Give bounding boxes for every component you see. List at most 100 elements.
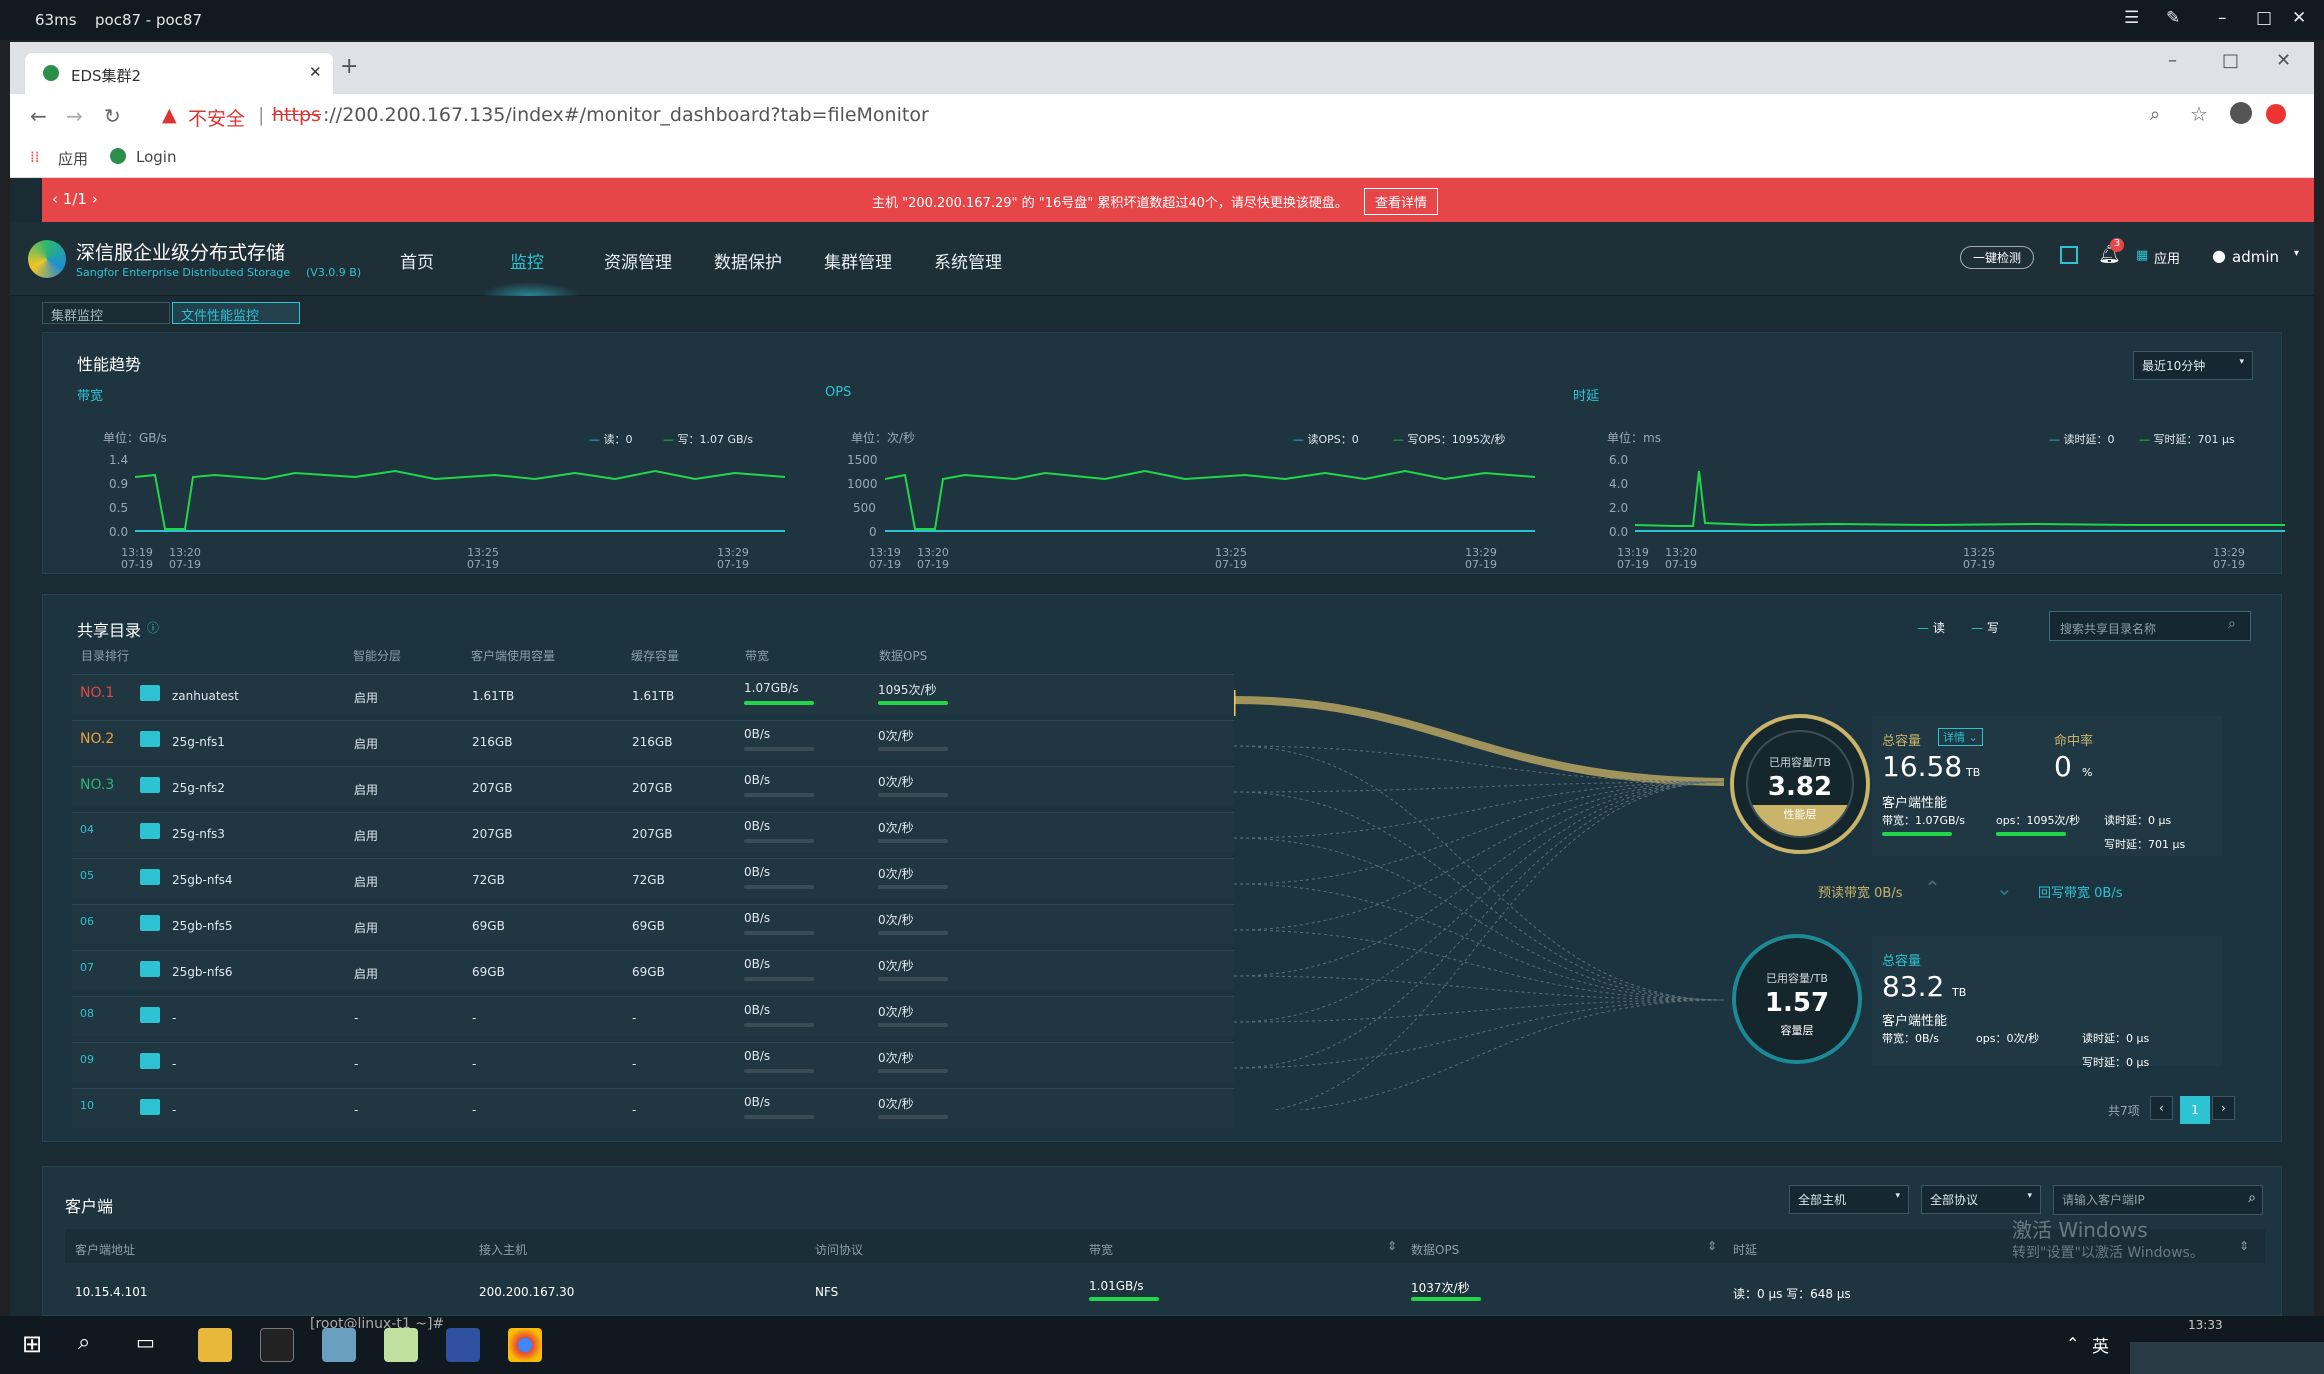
pager-page[interactable]: 1 [2180, 1096, 2210, 1124]
perf-detail-button[interactable]: 详情 ⌄ [1938, 728, 1983, 746]
explorer-icon[interactable] [198, 1328, 232, 1362]
sort-bw-icon[interactable]: ⇕ [1387, 1239, 1397, 1253]
perf-used-label: 已用容量/TB [1769, 756, 1831, 769]
minimize-icon[interactable]: – [2218, 8, 2227, 28]
bookmark-login[interactable]: Login [136, 148, 176, 166]
tab-close-icon[interactable]: ✕ [309, 63, 322, 81]
detect-button[interactable]: 一键检测 [1960, 246, 2035, 269]
user-name[interactable]: admin [2232, 248, 2279, 266]
row-ops-bar-bg [878, 747, 948, 751]
ip-search-input[interactable]: 请输入客户端IP ⌕ [2053, 1185, 2263, 1215]
bookmark-apps[interactable]: 应用 [58, 148, 88, 169]
nav-resources[interactable]: 资源管理 [604, 248, 672, 273]
share-row[interactable]: 09 - - - - 0B/s 0次/秒 [72, 1042, 1234, 1082]
url-text: ://200.200.167.135/index#/monitor_dashbo… [323, 104, 929, 126]
nav-system[interactable]: 系统管理 [934, 248, 1002, 273]
forward-icon[interactable]: → [66, 104, 83, 128]
address-field[interactable]: ▲ 不安全 | https ://200.200.167.135/index#/… [150, 98, 2210, 134]
share-row[interactable]: 05 25gb-nfs4 启用 72GB 72GB 0B/s 0次/秒 [72, 858, 1234, 898]
col-client-bw[interactable]: 带宽 [1089, 1241, 1113, 1258]
remote-app-icon[interactable] [446, 1328, 480, 1362]
tab-file-monitor[interactable]: 文件性能监控 [172, 302, 300, 324]
tab-cluster-monitor[interactable]: 集群监控 [42, 302, 170, 324]
ip-search-icon[interactable]: ⌕ [2248, 1190, 2256, 1206]
share-row[interactable]: NO.1 zanhuatest 启用 1.61TB 1.61TB 1.07GB/s 1095… [72, 674, 1234, 714]
maximize-icon[interactable]: □ [2256, 8, 2272, 28]
apps-grid-icon: ⁞⁞ [30, 148, 40, 166]
user-icon[interactable]: ● [2212, 246, 2226, 265]
row-cache: 69GB [632, 965, 665, 979]
zoom-icon[interactable]: ⌕ [2150, 104, 2160, 125]
pager-next[interactable]: › [2212, 1096, 2235, 1120]
nav-protection[interactable]: 数据保护 [714, 248, 782, 273]
info-icon[interactable]: ⓘ [147, 619, 159, 636]
win-maximize-icon[interactable]: □ [2222, 50, 2239, 71]
share-row[interactable]: 08 - - - - 0B/s 0次/秒 [72, 996, 1234, 1036]
perf-tier-gauge[interactable]: 已用容量/TB 3.82 性能层 [1730, 714, 1870, 854]
star-icon[interactable]: ☆ [2190, 102, 2208, 126]
ops-legend-write: — 写OPS：1095次/秒 [1393, 433, 1506, 446]
hit-value: 0 [2054, 750, 2072, 783]
host-filter[interactable]: 全部主机 ▾ [1789, 1185, 1909, 1214]
cap-tier-gauge[interactable]: 已用容量/TB 1.57 容量层 [1732, 934, 1862, 1064]
perf-bw: 带宽：1.07GB/s [1882, 814, 1965, 827]
row-ops: 0次/秒 [878, 959, 914, 973]
lat-legend-read-text: 读时延：0 [2063, 433, 2115, 446]
perf-trend-panel: 性能趋势 最近10分钟 ▾ 带宽 OPS 时延 单位：GB/s — 读：0 — 写… [42, 332, 2285, 574]
share-row[interactable]: NO.2 25g-nfs1 启用 216GB 216GB 0B/s 0次/秒 [72, 720, 1234, 760]
back-icon[interactable]: ← [30, 104, 47, 128]
row-bw: 0B/s [744, 773, 771, 787]
alert-pager[interactable]: ‹ 1/1 › [52, 190, 98, 208]
flow-dash-line [1234, 781, 1725, 839]
range-select[interactable]: 最近10分钟 ▾ [2133, 351, 2253, 380]
col-ops: 数据OPS [879, 649, 928, 663]
share-row[interactable]: 04 25g-nfs3 启用 207GB 207GB 0B/s 0次/秒 [72, 812, 1234, 852]
row-bw-bar-bg [744, 885, 814, 889]
row-name: 25gb-nfs4 [172, 873, 233, 887]
row-bw-bar-bg [744, 793, 814, 797]
row-used: - [472, 1057, 477, 1071]
nav-home[interactable]: 首页 [400, 248, 434, 273]
ime-label[interactable]: 英 [2092, 1332, 2109, 1357]
alert-details-button[interactable]: 查看详情 [1364, 188, 1439, 215]
apps-icon[interactable]: ▦ [2136, 248, 2148, 263]
close-icon[interactable]: ✕ [2292, 8, 2306, 28]
share-row[interactable]: NO.3 25g-nfs2 启用 207GB 207GB 0B/s 0次/秒 [72, 766, 1234, 806]
search-icon[interactable]: ⌕ [2228, 616, 2236, 632]
tray-up-icon[interactable]: ⌃ [2066, 1334, 2079, 1353]
share-row[interactable]: 07 25gb-nfs6 启用 69GB 69GB 0B/s 0次/秒 [72, 950, 1234, 990]
nav-monitor[interactable]: 监控 [510, 248, 544, 273]
ops-plot [885, 469, 1535, 532]
user-caret-icon[interactable]: ▾ [2294, 248, 2299, 259]
share-search-input[interactable]: 搜索共享目录名称 ⌕ [2049, 611, 2251, 641]
share-row[interactable]: 10 - - - - 0B/s 0次/秒 [72, 1088, 1234, 1128]
browser-tab[interactable]: EDS集群2 ✕ [24, 52, 334, 94]
nav-cluster[interactable]: 集群管理 [824, 248, 892, 273]
apps-label[interactable]: 应用 [2154, 248, 2180, 267]
chrome-icon[interactable] [508, 1328, 542, 1362]
sort-latency-icon[interactable]: ⇕ [2239, 1239, 2249, 1253]
search-taskbar-icon[interactable]: ⌕ [78, 1330, 90, 1355]
col-latency[interactable]: 时延 [1733, 1241, 1757, 1258]
col-client-ops[interactable]: 数据OPS [1411, 1241, 1459, 1258]
win-close-icon[interactable]: ✕ [2276, 50, 2291, 71]
app-icon[interactable] [322, 1328, 356, 1362]
menu-icon[interactable]: ☰ [2124, 8, 2139, 28]
update-icon[interactable] [2266, 104, 2286, 124]
share-row[interactable]: 06 25gb-nfs5 启用 69GB 69GB 0B/s 0次/秒 [72, 904, 1234, 944]
image-app-icon[interactable] [384, 1328, 418, 1362]
reload-icon[interactable]: ↻ [104, 104, 121, 128]
new-tab-icon[interactable]: + [340, 54, 358, 79]
task-view-icon[interactable]: ▭ [136, 1330, 155, 1354]
screen-icon[interactable] [2060, 246, 2078, 264]
win-minimize-icon[interactable]: – [2168, 50, 2177, 71]
folder-icon [140, 685, 160, 701]
terminal-icon[interactable] [260, 1328, 294, 1362]
protocol-filter[interactable]: 全部协议 ▾ [1921, 1185, 2041, 1214]
pager-prev[interactable]: ‹ [2150, 1096, 2173, 1120]
start-icon[interactable]: ⊞ [22, 1330, 42, 1358]
profile-icon[interactable] [2230, 102, 2252, 124]
sort-ops-icon[interactable]: ⇕ [1707, 1239, 1717, 1253]
row-bw: 0B/s [744, 911, 771, 925]
pin-icon[interactable]: ✎ [2166, 8, 2180, 28]
